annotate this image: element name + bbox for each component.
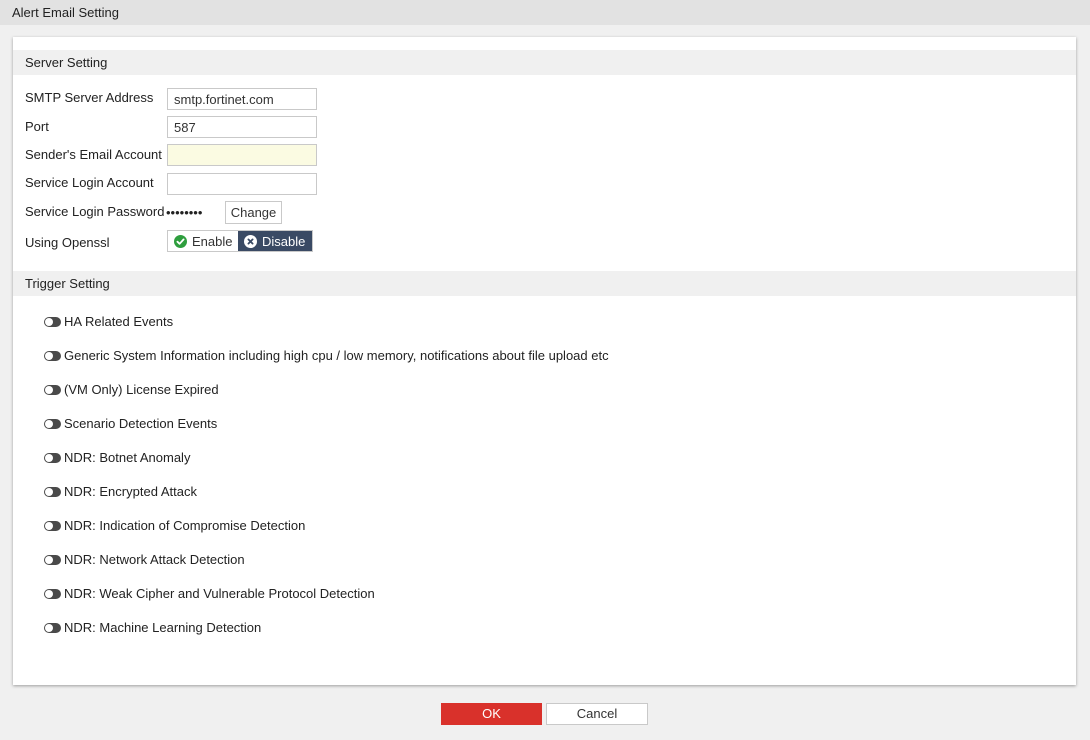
openssl-enable-option[interactable]: Enable <box>168 231 238 251</box>
x-circle-icon <box>244 234 257 248</box>
login-account-input[interactable] <box>167 173 317 195</box>
port-label: Port <box>25 119 49 134</box>
sender-email-input[interactable] <box>167 144 317 166</box>
trigger-label: Scenario Detection Events <box>64 416 218 431</box>
openssl-disable-option[interactable]: Disable <box>238 231 312 251</box>
login-account-label: Service Login Account <box>25 175 154 190</box>
toggle-off-icon <box>44 419 61 429</box>
trigger-toggle-weak-cipher[interactable]: NDR: Weak Cipher and Vulnerable Protocol… <box>44 584 375 604</box>
trigger-toggle-encrypted-attack[interactable]: NDR: Encrypted Attack <box>44 482 197 502</box>
trigger-toggle-ioc-detection[interactable]: NDR: Indication of Compromise Detection <box>44 516 305 536</box>
sender-email-label: Sender's Email Account <box>25 147 162 162</box>
ok-button[interactable]: OK <box>441 703 542 725</box>
cancel-button[interactable]: Cancel <box>546 703 648 725</box>
login-password-label: Service Login Password <box>25 204 165 219</box>
trigger-label: NDR: Weak Cipher and Vulnerable Protocol… <box>64 586 375 601</box>
toggle-off-icon <box>44 453 61 463</box>
trigger-label: NDR: Network Attack Detection <box>64 552 245 567</box>
toggle-off-icon <box>44 351 61 361</box>
trigger-toggle-network-attack[interactable]: NDR: Network Attack Detection <box>44 550 245 570</box>
trigger-toggle-scenario-detection[interactable]: Scenario Detection Events <box>44 414 217 434</box>
openssl-toggle-group: Enable Disable <box>167 230 313 252</box>
change-password-button[interactable]: Change <box>225 201 282 224</box>
port-input[interactable] <box>167 116 317 138</box>
trigger-toggle-license-expired[interactable]: (VM Only) License Expired <box>44 380 219 400</box>
disable-label: Disable <box>262 233 306 249</box>
toggle-off-icon <box>44 317 61 327</box>
trigger-label: Generic System Information including hig… <box>64 348 609 363</box>
trigger-label: HA Related Events <box>64 314 174 329</box>
server-setting-header: Server Setting <box>13 50 1076 75</box>
trigger-label: NDR: Encrypted Attack <box>64 484 197 499</box>
trigger-label: NDR: Machine Learning Detection <box>64 620 262 635</box>
trigger-setting-header: Trigger Setting <box>13 271 1076 296</box>
toggle-off-icon <box>44 385 61 395</box>
trigger-toggle-machine-learning[interactable]: NDR: Machine Learning Detection <box>44 618 261 638</box>
toggle-off-icon <box>44 487 61 497</box>
trigger-toggle-ha-events[interactable]: HA Related Events <box>44 312 173 332</box>
dialog-title: Alert Email Setting <box>0 0 1090 25</box>
openssl-label: Using Openssl <box>25 235 110 250</box>
smtp-server-label: SMTP Server Address <box>25 90 154 105</box>
trigger-toggle-botnet-anomaly[interactable]: NDR: Botnet Anomaly <box>44 448 190 468</box>
check-circle-icon <box>174 234 187 248</box>
password-mask: •••••••• <box>166 205 203 220</box>
settings-panel: Server Setting SMTP Server Address Port … <box>13 37 1076 685</box>
smtp-server-input[interactable] <box>167 88 317 110</box>
toggle-off-icon <box>44 623 61 633</box>
toggle-off-icon <box>44 589 61 599</box>
toggle-off-icon <box>44 555 61 565</box>
trigger-label: NDR: Indication of Compromise Detection <box>64 518 306 533</box>
trigger-toggle-generic-system[interactable]: Generic System Information including hig… <box>44 346 609 366</box>
enable-label: Enable <box>192 233 233 249</box>
trigger-label: (VM Only) License Expired <box>64 382 219 397</box>
trigger-label: NDR: Botnet Anomaly <box>64 450 191 465</box>
toggle-off-icon <box>44 521 61 531</box>
